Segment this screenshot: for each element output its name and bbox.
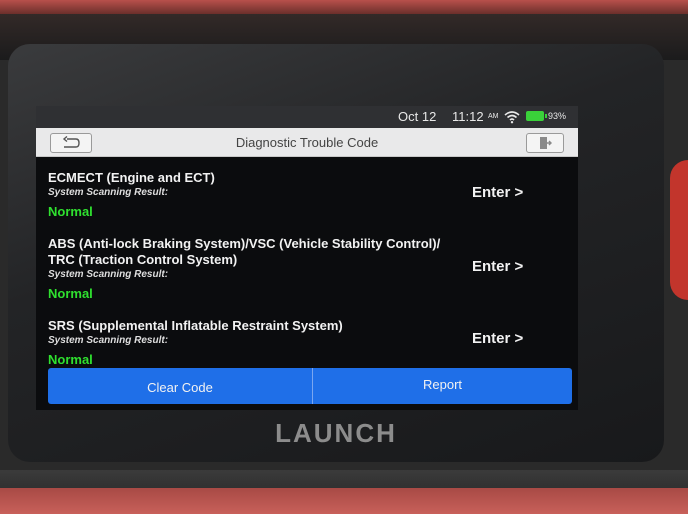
enter-button[interactable]: Enter > bbox=[472, 330, 523, 347]
status-bar: Oct 12 11:12 AM 93% bbox=[36, 106, 578, 128]
status-ampm: AM bbox=[488, 113, 499, 120]
status-date: Oct 12 bbox=[398, 109, 437, 124]
title-bar: Diagnostic Trouble Code bbox=[36, 128, 578, 157]
action-bar: Clear Code Report bbox=[48, 368, 572, 404]
battery-icon bbox=[526, 111, 547, 121]
status-badge: Normal bbox=[48, 352, 93, 367]
device-red-edge-right bbox=[670, 160, 688, 300]
device-red-edge-bottom bbox=[0, 488, 688, 514]
enter-button[interactable]: Enter > bbox=[472, 184, 523, 201]
brand-logo: LAUNCH bbox=[275, 418, 397, 448]
wifi-icon bbox=[504, 110, 520, 124]
exit-button[interactable] bbox=[526, 133, 564, 153]
status-time: 11:12 bbox=[452, 109, 484, 124]
status-badge: Normal bbox=[48, 204, 93, 219]
enter-button[interactable]: Enter > bbox=[472, 258, 523, 275]
system-name: SRS (Supplemental Inflatable Restraint S… bbox=[48, 318, 343, 333]
system-name: ECMECT (Engine and ECT) bbox=[48, 170, 215, 185]
screen: Oct 12 11:12 AM 93% Diagnostic Trouble C… bbox=[36, 106, 578, 410]
battery-percent: 93% bbox=[548, 111, 567, 121]
system-name: ABS (Anti-lock Braking System)/VSC (Vehi… bbox=[48, 236, 441, 267]
system-list: ECMECT (Engine and ECT) System Scanning … bbox=[36, 156, 578, 376]
clear-code-button[interactable]: Clear Code bbox=[48, 368, 313, 404]
device-red-edge-top bbox=[0, 0, 688, 14]
page-title: Diagnostic Trouble Code bbox=[235, 135, 379, 150]
status-badge: Normal bbox=[48, 286, 93, 301]
exit-icon bbox=[540, 137, 552, 149]
report-button[interactable]: Report bbox=[313, 368, 572, 404]
